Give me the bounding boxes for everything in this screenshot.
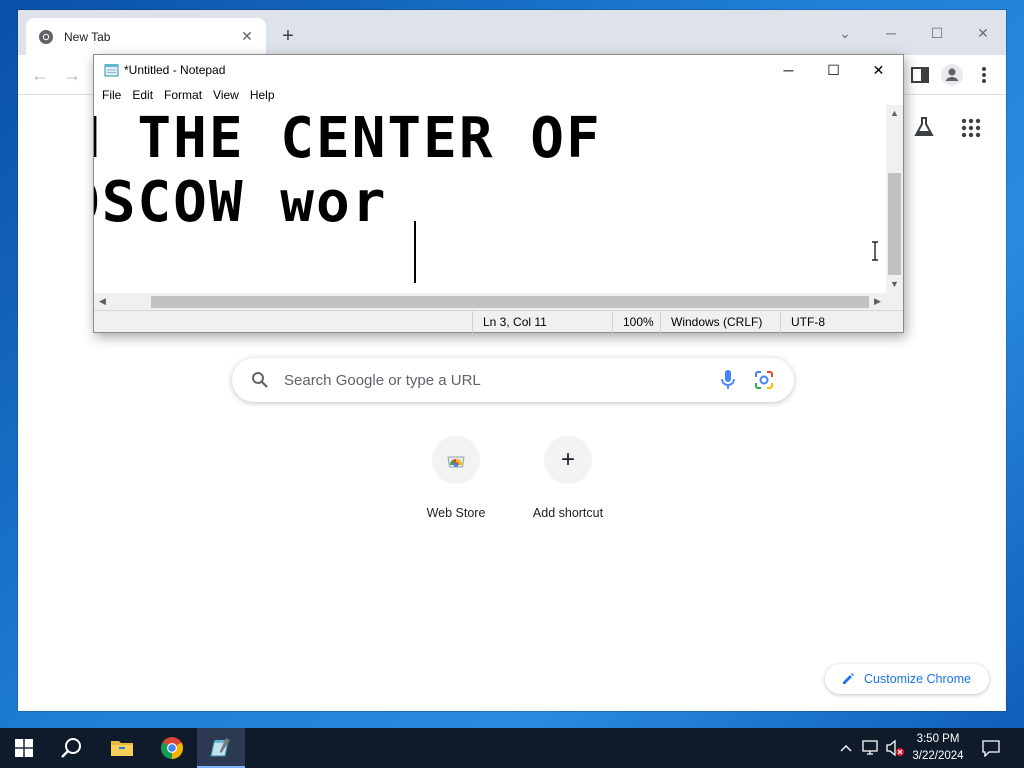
forward-arrow-icon[interactable]: →	[60, 63, 84, 87]
text-line-1: N THE CENTER OF	[94, 106, 602, 171]
tab-close-icon[interactable]: ✕	[238, 28, 256, 45]
taskbar-file-explorer[interactable]	[98, 728, 146, 768]
tab-title: New Tab	[64, 29, 111, 44]
taskbar-clock[interactable]: 3:50 PM 3/22/2024	[905, 731, 971, 765]
pencil-icon	[843, 673, 854, 684]
text-line-2: OSCOW wor	[94, 170, 388, 235]
scroll-right-icon[interactable]: ▶	[869, 293, 886, 310]
taskbar-notepad[interactable]	[197, 728, 245, 768]
scroll-corner	[886, 293, 903, 310]
menu-format[interactable]: Format	[159, 85, 207, 105]
customize-chrome-button[interactable]: Customize Chrome	[825, 664, 989, 694]
vertical-scroll-thumb[interactable]	[888, 173, 901, 275]
google-lens-icon[interactable]	[754, 370, 774, 390]
show-hidden-icons-chevron-icon[interactable]	[836, 738, 856, 758]
start-icon	[15, 739, 33, 757]
customize-chrome-label: Customize Chrome	[864, 672, 971, 686]
notepad-menubar: File Edit Format View Help	[94, 85, 903, 105]
clock-time: 3:50 PM	[916, 733, 960, 745]
tab-new-tab[interactable]: New Tab ✕	[26, 18, 266, 55]
notepad-close-button[interactable]: ✕	[856, 55, 901, 85]
chrome-maximize-button[interactable]: ☐	[922, 18, 952, 48]
add-shortcut-tile: +	[544, 436, 592, 484]
file-explorer-icon	[111, 741, 133, 756]
notepad-icon	[210, 738, 230, 757]
taskbar-chrome[interactable]	[148, 728, 196, 768]
shortcut-label: Web Store	[426, 506, 486, 520]
google-apps-icon[interactable]	[961, 118, 981, 138]
search-icon	[61, 738, 81, 758]
status-zoom: 100%	[612, 311, 660, 333]
notepad-minimize-button[interactable]: ─	[766, 55, 811, 85]
shortcut-add[interactable]: + Add shortcut	[518, 436, 618, 520]
ibeam-cursor-icon	[872, 241, 878, 261]
horizontal-scrollbar[interactable]: ◀ ▶	[94, 293, 886, 310]
search-icon	[252, 372, 268, 388]
notepad-statusbar: Ln 3, Col 11 100% Windows (CRLF) UTF-8	[94, 310, 903, 333]
status-encoding: UTF-8	[780, 311, 890, 333]
chrome-minimize-button[interactable]: ─	[876, 18, 906, 48]
menu-edit[interactable]: Edit	[127, 85, 158, 105]
notepad-maximize-button[interactable]: ☐	[811, 55, 856, 85]
chrome-tab-strip: New Tab ✕ + ⌄ ─ ☐ ✕	[18, 10, 1006, 55]
status-position: Ln 3, Col 11	[472, 311, 612, 333]
profile-avatar-icon[interactable]	[940, 63, 964, 87]
scroll-up-icon[interactable]: ▲	[886, 105, 903, 122]
notifications-icon[interactable]	[981, 738, 1001, 758]
menu-view[interactable]: View	[208, 85, 244, 105]
chrome-icon	[161, 737, 183, 759]
notepad-text-area[interactable]: N THE CENTER OF OSCOW wor	[94, 105, 886, 293]
web-store-tile	[432, 436, 480, 484]
chrome-close-button[interactable]: ✕	[968, 18, 998, 48]
taskbar-search-button[interactable]	[48, 728, 96, 768]
text-caret	[414, 221, 416, 283]
shortcut-label: Add shortcut	[532, 506, 604, 520]
network-icon[interactable]	[861, 738, 881, 758]
taskbar: 3:50 PM 3/22/2024	[0, 728, 1024, 768]
notepad-title: *Untitled - Notepad	[124, 63, 226, 77]
side-panel-icon[interactable]	[908, 63, 932, 87]
chrome-menu-icon[interactable]	[972, 63, 996, 87]
menu-help[interactable]: Help	[245, 85, 280, 105]
notepad-titlebar[interactable]: *Untitled - Notepad ─ ☐ ✕	[94, 55, 903, 85]
horizontal-scroll-thumb[interactable]	[151, 296, 869, 308]
tab-search-chevron-icon[interactable]: ⌄	[830, 18, 860, 48]
shortcut-web-store[interactable]: Web Store	[406, 436, 506, 520]
search-input[interactable]: Search Google or type a URL	[284, 372, 720, 389]
search-box[interactable]: Search Google or type a URL	[232, 358, 794, 402]
notepad-window: *Untitled - Notepad ─ ☐ ✕ File Edit Form…	[93, 54, 904, 333]
new-tab-button[interactable]: +	[276, 24, 300, 48]
plus-icon: +	[560, 446, 575, 473]
start-button[interactable]	[0, 728, 48, 768]
voice-search-mic-icon[interactable]	[720, 369, 736, 391]
volume-muted-icon[interactable]	[885, 738, 905, 758]
vertical-scrollbar[interactable]: ▲ ▼	[886, 105, 903, 293]
scroll-left-icon[interactable]: ◀	[94, 293, 111, 310]
status-line-ending: Windows (CRLF)	[660, 311, 780, 333]
back-arrow-icon[interactable]: ←	[28, 63, 52, 87]
clock-date: 3/22/2024	[912, 750, 964, 762]
scroll-down-icon[interactable]: ▼	[886, 276, 903, 293]
chrome-favicon-icon	[39, 29, 53, 44]
chrome-labs-icon[interactable]	[913, 116, 935, 138]
web-store-icon	[447, 456, 465, 468]
menu-file[interactable]: File	[97, 85, 126, 105]
notepad-app-icon	[104, 64, 119, 77]
